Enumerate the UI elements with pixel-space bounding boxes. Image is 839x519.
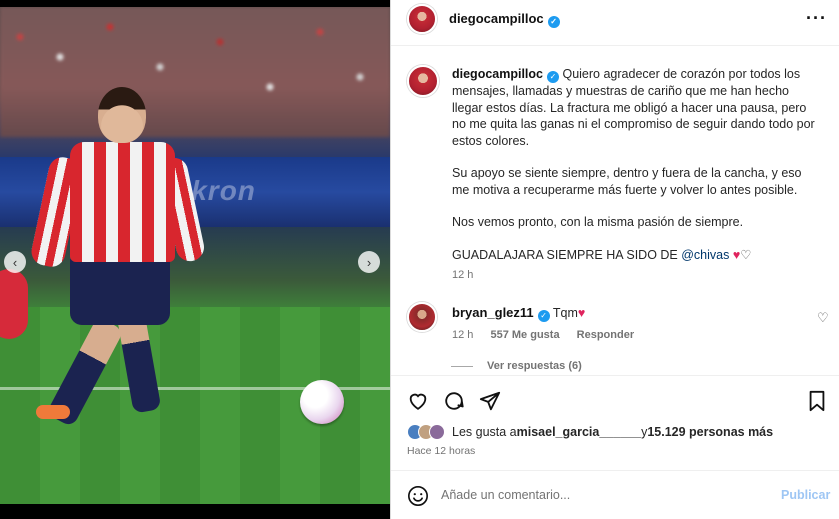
heart-emoji-icon: ♥	[577, 306, 586, 320]
comment-composer: Publicar	[391, 470, 839, 519]
caption-paragraph-2: Su apoyo se siente siempre, dentro y fue…	[452, 166, 802, 197]
comment-icon[interactable]	[443, 390, 465, 412]
likes-summary: Les gusta a misael_garcia______ y 15.129…	[407, 424, 773, 440]
verified-checkmark-icon: ✓	[547, 71, 559, 83]
likes-prefix: Les gusta a	[452, 425, 517, 439]
comment-like-icon[interactable]: ♡	[817, 310, 829, 326]
reply-button[interactable]: Responder	[577, 329, 634, 341]
comment-input[interactable]	[441, 483, 771, 507]
mention-link[interactable]: @chivas	[681, 248, 729, 262]
carousel-next-button[interactable]: ›	[358, 251, 380, 273]
verified-checkmark-icon: ✓	[537, 310, 550, 322]
likes-count[interactable]: 15.129 personas más	[647, 425, 773, 439]
post-photo[interactable]: Akron ‹ ›	[0, 7, 390, 504]
comment-text: bryan_glez11 ✓ Tqm♥	[452, 305, 585, 322]
caption-time: 12 h	[452, 269, 474, 281]
caption-username[interactable]: diegocampilloc	[452, 67, 543, 81]
post-time: Hace 12 horas	[407, 445, 476, 457]
avatar[interactable]	[407, 4, 437, 34]
emoji-icon[interactable]	[407, 485, 429, 507]
publish-button[interactable]: Publicar	[781, 488, 830, 502]
caption-body: diegocampilloc ✓ Quiero agradecer de cora…	[452, 66, 822, 284]
heart-icon[interactable]	[407, 390, 429, 412]
white-heart-emoji-icon: ♡	[740, 247, 752, 262]
soccer-ball	[300, 380, 344, 424]
comment-meta: 12 h 557 Me gusta Responder	[452, 329, 648, 341]
caption-avatar[interactable]	[407, 65, 439, 97]
carousel-prev-button[interactable]: ‹	[4, 251, 26, 273]
chevron-right-icon: ›	[366, 254, 372, 270]
post-author-name[interactable]: diegocampilloc	[449, 11, 544, 26]
post-side-panel: diegocampilloc ✓ ··· diegocampilloc ✓ Quie…	[390, 0, 839, 519]
view-replies-button[interactable]: Ver respuestas (6)	[451, 360, 582, 372]
bookmark-icon[interactable]	[807, 390, 827, 412]
post-author[interactable]: diegocampilloc ✓	[449, 11, 560, 28]
more-horizontal-icon[interactable]: ···	[806, 8, 827, 29]
liker-username[interactable]: misael_garcia______	[517, 425, 641, 439]
chevron-left-icon: ‹	[12, 254, 18, 270]
caption-paragraph-3: Nos vemos pronto, con la misma pasión de…	[452, 215, 744, 229]
caption-closing: GUADALAJARA SIEMPRE HA SIDO DE	[452, 247, 682, 262]
post-actions-bar	[391, 375, 839, 423]
comment-avatar[interactable]	[407, 302, 437, 332]
other-player	[0, 269, 28, 339]
comment-username[interactable]: bryan_glez11	[452, 305, 534, 320]
player-figure	[28, 87, 207, 437]
instagram-post-modal: Akron ‹ › diegocampilloc ✓ ··· diegocamp…	[0, 0, 839, 519]
comment-likes[interactable]: 557 Me gusta	[490, 329, 559, 341]
post-header: diegocampilloc ✓ ···	[391, 0, 839, 46]
share-icon[interactable]	[479, 390, 501, 412]
comment-body: Tqm	[552, 306, 578, 320]
comment-time: 12 h	[452, 329, 474, 341]
verified-checkmark-icon: ✓	[547, 16, 560, 28]
liker-avatars	[407, 424, 445, 440]
liker-avatar	[429, 424, 445, 440]
